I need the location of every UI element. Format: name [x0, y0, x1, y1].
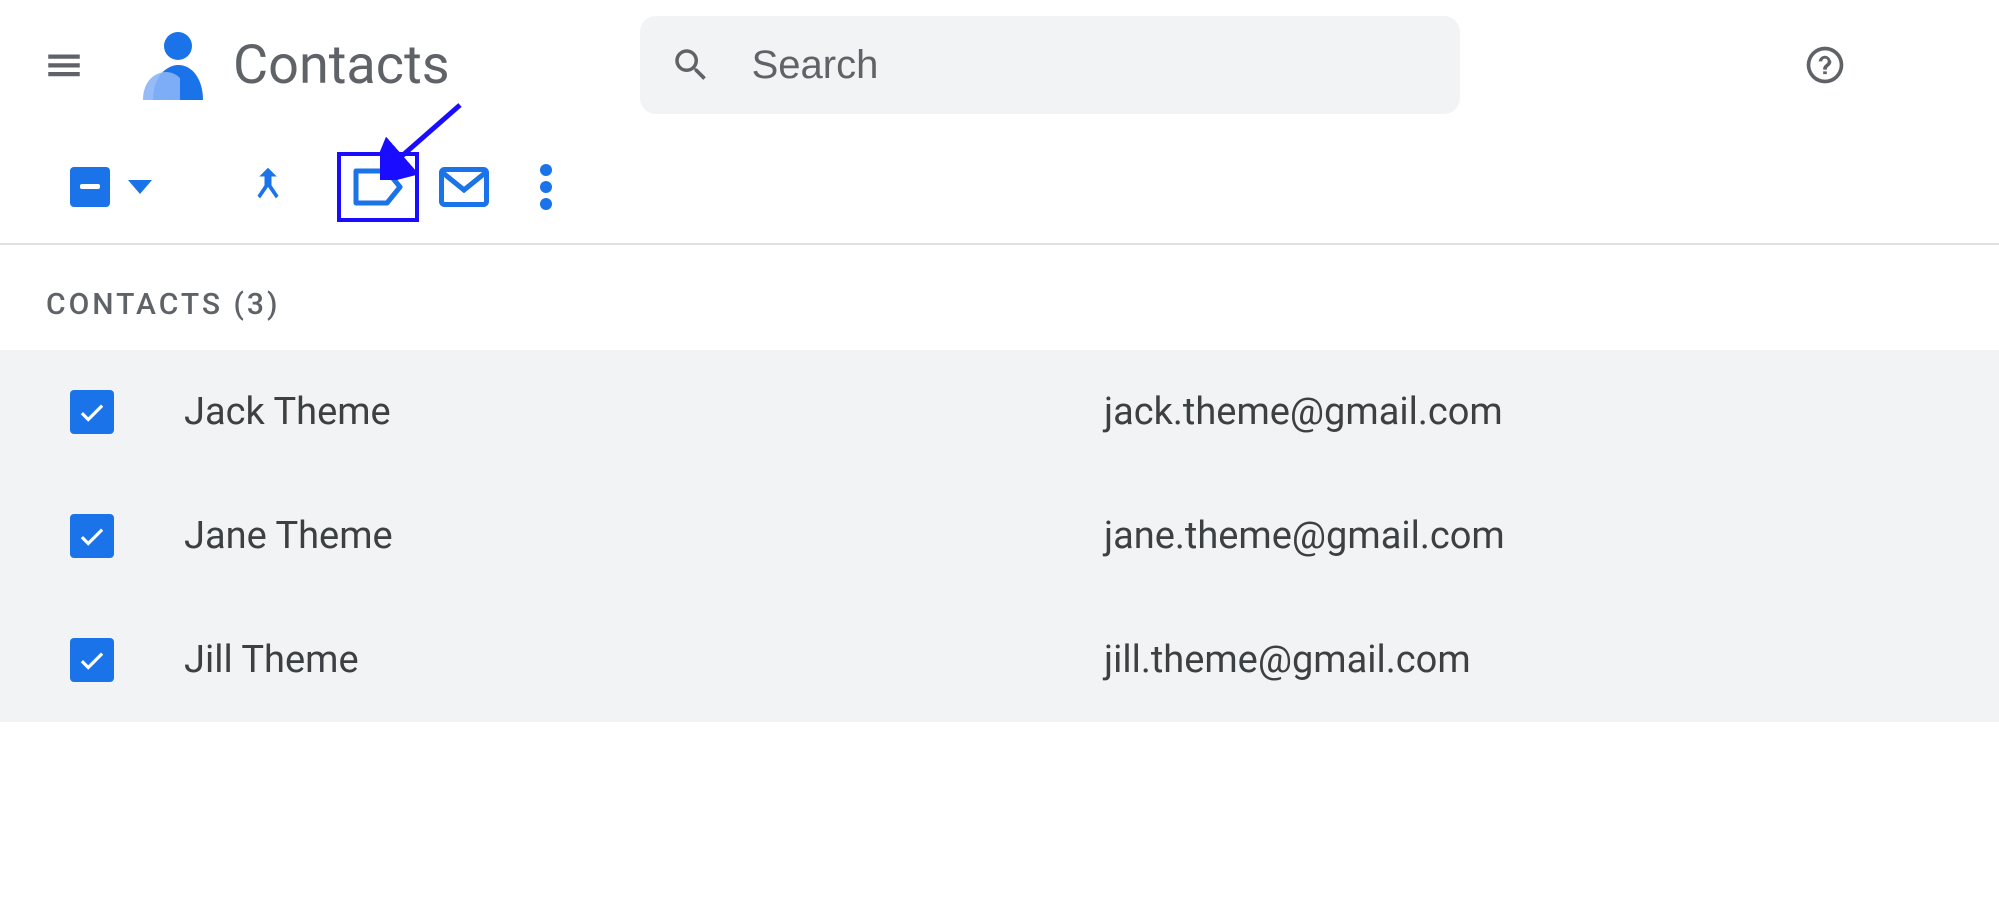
- mail-icon: [439, 167, 489, 207]
- contact-email: jane.theme@gmail.com: [1104, 514, 1505, 558]
- help-button[interactable]: [1801, 41, 1849, 89]
- app-title: Contacts: [233, 34, 450, 97]
- send-email-button[interactable]: [439, 167, 489, 207]
- main-menu-button[interactable]: [40, 41, 88, 89]
- search-bar[interactable]: [640, 16, 1460, 114]
- contact-name: Jane Theme: [184, 514, 1104, 558]
- contact-checkbox[interactable]: [70, 514, 114, 558]
- merge-icon: [247, 164, 289, 210]
- select-indeterminate-icon: [70, 167, 110, 207]
- contact-checkbox[interactable]: [70, 390, 114, 434]
- more-actions-button[interactable]: [539, 162, 553, 212]
- contacts-logo-icon: [138, 30, 208, 100]
- contact-row[interactable]: Jane Theme jane.theme@gmail.com: [0, 474, 1999, 598]
- check-icon: [77, 645, 107, 675]
- hamburger-menu-icon: [43, 44, 85, 86]
- selection-toolbar: [0, 130, 1999, 245]
- contact-row[interactable]: Jack Theme jack.theme@gmail.com: [0, 350, 1999, 474]
- more-vertical-icon: [539, 162, 553, 212]
- contact-email: jill.theme@gmail.com: [1104, 638, 1471, 682]
- contacts-section-header: CONTACTS (3): [0, 245, 1999, 350]
- contact-name: Jill Theme: [184, 638, 1104, 682]
- dropdown-caret-icon: [128, 180, 152, 194]
- app-logo-wrap: Contacts: [138, 30, 450, 100]
- check-icon: [77, 397, 107, 427]
- search-icon: [670, 44, 712, 86]
- search-input[interactable]: [752, 43, 1430, 88]
- contact-row[interactable]: Jill Theme jill.theme@gmail.com: [0, 598, 1999, 722]
- merge-button[interactable]: [247, 164, 289, 210]
- contact-checkbox[interactable]: [70, 638, 114, 682]
- contact-email: jack.theme@gmail.com: [1104, 390, 1503, 434]
- check-icon: [77, 521, 107, 551]
- contact-name: Jack Theme: [184, 390, 1104, 434]
- label-icon: [353, 168, 403, 206]
- app-header: Contacts: [0, 0, 1999, 130]
- select-all-dropdown[interactable]: [70, 167, 152, 207]
- manage-labels-button[interactable]: [337, 152, 419, 222]
- contacts-list: Jack Theme jack.theme@gmail.com Jane The…: [0, 350, 1999, 722]
- help-icon: [1803, 43, 1847, 87]
